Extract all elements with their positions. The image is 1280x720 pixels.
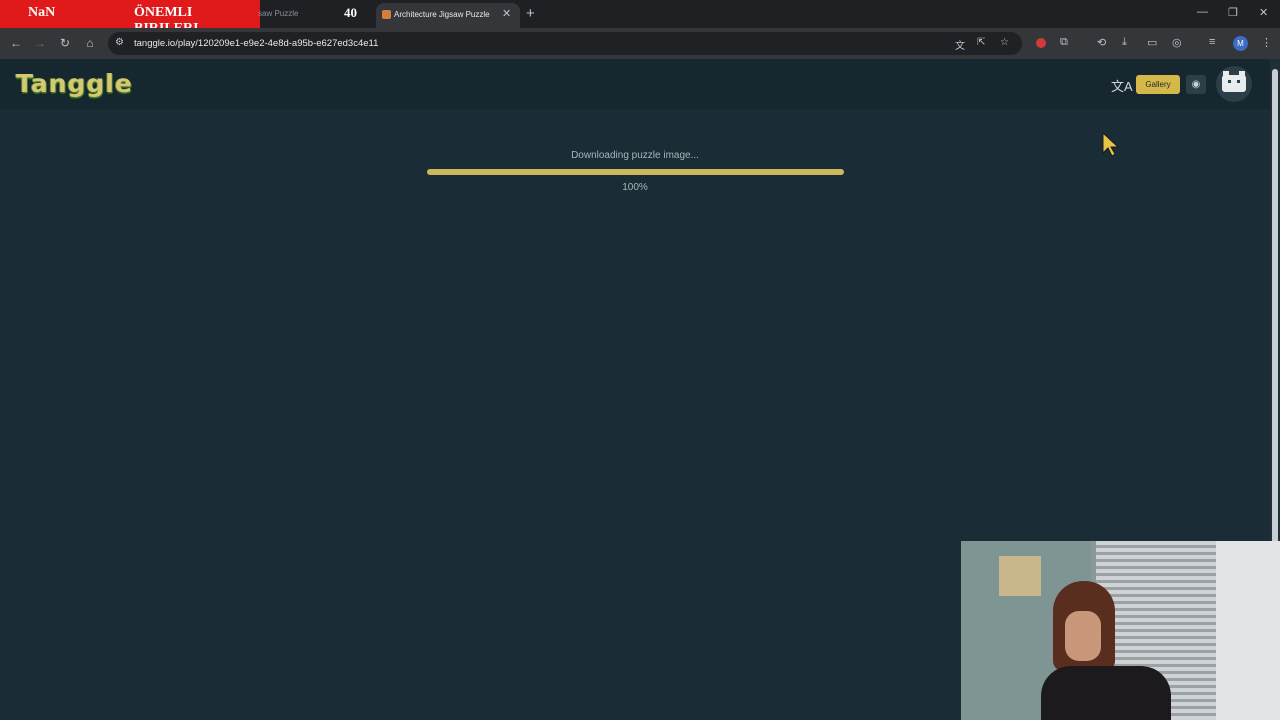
overlay-left-label: NaN (28, 5, 56, 20)
menu-icon[interactable]: ⋮ (1261, 36, 1272, 49)
loading-status-text: Downloading puzzle image... (571, 150, 699, 161)
reading-list-icon[interactable]: ≡ (1209, 36, 1215, 48)
reload-icon[interactable]: ↻ (58, 36, 72, 50)
site-info-icon[interactable]: ⚙ (115, 37, 124, 48)
star-icon[interactable]: ☆ (1000, 37, 1009, 48)
inactive-tab-title: saw Puzzle (258, 9, 299, 18)
devices-icon[interactable]: ▭ (1147, 36, 1157, 49)
forward-icon[interactable]: → (33, 36, 47, 50)
tanggle-logo[interactable]: Tanggle (16, 69, 133, 98)
progress-percent: 100% (622, 182, 648, 193)
active-tab-title: Architecture Jigsaw Puzzle (394, 10, 490, 19)
window-close-icon[interactable]: ✕ (1259, 6, 1268, 19)
site-header: Tanggle 文A Gallery ◉ (0, 59, 1270, 109)
back-icon[interactable]: ← (9, 36, 23, 50)
new-tab-icon[interactable]: + (526, 5, 535, 22)
restore-icon[interactable]: ❐ (1228, 6, 1238, 19)
record-icon[interactable] (1036, 38, 1046, 48)
cat-avatar-icon[interactable] (1216, 66, 1252, 102)
minimize-icon[interactable]: — (1197, 6, 1208, 18)
download-icon[interactable]: ⤓ (1122, 36, 1127, 49)
discord-icon[interactable]: ◉ (1186, 75, 1206, 94)
translate-icon[interactable]: 文 (955, 37, 965, 52)
language-icon[interactable]: 文A (1111, 76, 1133, 95)
address-bar[interactable]: ⚙ tanggle.io/play/120209e1-e9e2-4e8d-a95… (108, 32, 1022, 55)
browser-toolbar: ← → ↻ ⌂ ⚙ tanggle.io/play/120209e1-e9e2-… (0, 28, 1280, 59)
browser-tab-active[interactable]: Architecture Jigsaw Puzzle ✕ (376, 3, 520, 28)
install-icon[interactable]: ⇱ (977, 37, 985, 48)
browser-tab-inactive[interactable]: saw Puzzle 40 (258, 5, 368, 23)
overlay-counter: 40 (344, 5, 357, 20)
history-icon[interactable]: ⟲ (1097, 36, 1106, 49)
url-text[interactable]: tanggle.io/play/120209e1-e9e2-4e8d-a95b-… (134, 38, 378, 49)
tab-favicon-icon (382, 10, 391, 19)
gallery-button[interactable]: Gallery (1136, 75, 1180, 94)
tab-close-icon[interactable]: ✕ (502, 7, 511, 20)
webcam-overlay (961, 541, 1280, 720)
progress-bar-fill (427, 169, 844, 175)
browser-tab-strip: NaN ÖNEMLI BIRILERI saw Puzzle 40 Archit… (0, 0, 1280, 36)
stream-overlay-banner: NaN ÖNEMLI BIRILERI (0, 0, 260, 36)
lens-icon[interactable]: ◎ (1172, 36, 1182, 49)
extensions-icon[interactable]: ⧉ (1060, 36, 1068, 49)
progress-bar (427, 169, 844, 175)
home-icon[interactable]: ⌂ (83, 36, 97, 50)
mouse-cursor-icon (1102, 132, 1120, 157)
profile-avatar[interactable]: M (1233, 36, 1248, 51)
